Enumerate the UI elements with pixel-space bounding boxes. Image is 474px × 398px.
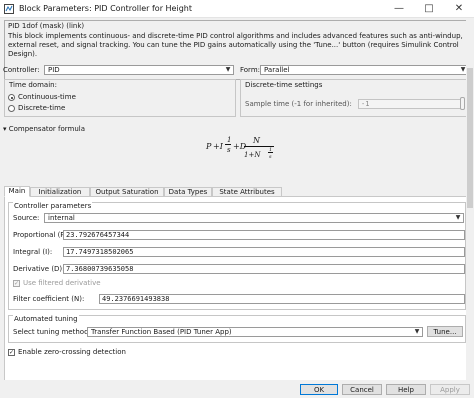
filter-coefficient-input[interactable]: 49.2376691493838	[99, 294, 465, 304]
controller-parameters-label: Controller parameters	[13, 202, 93, 210]
cancel-button[interactable]: Cancel	[342, 384, 382, 395]
proportional-label: Proportional (P):	[13, 231, 70, 239]
use-filtered-derivative-label: Use filtered derivative	[23, 279, 101, 287]
title-bar: Block Parameters: PID Controller for Hei…	[0, 0, 474, 18]
derivative-value: 7.36800739635058	[66, 265, 134, 273]
tuning-method-value: Transfer Function Based (PID Tuner App)	[91, 328, 232, 336]
derivative-label: Derivative (D):	[13, 265, 65, 273]
tab-state-attributes[interactable]: State Attributes	[212, 187, 282, 197]
window-title: Block Parameters: PID Controller for Hei…	[19, 4, 192, 13]
discrete-time-settings-group: Discrete-time settings Sample time (-1 f…	[240, 79, 468, 117]
chevron-down-icon: ▼	[455, 214, 461, 221]
integral-label: Integral (I):	[13, 248, 53, 256]
simulink-block-icon	[4, 4, 14, 14]
compensator-formula-label: Compensator formula	[8, 125, 85, 133]
continuous-time-label: Continuous-time	[18, 93, 76, 101]
formula-n: N	[253, 136, 260, 145]
source-value: internal	[48, 214, 75, 222]
controller-select[interactable]: PID ▼	[44, 65, 234, 75]
proportional-input[interactable]: 23.792676457344	[63, 230, 465, 240]
block-description: This block implements continuous- and di…	[8, 32, 463, 58]
collapse-arrow-icon: ▾	[3, 125, 7, 133]
time-domain-label: Time domain:	[9, 81, 57, 89]
help-button[interactable]: Help	[386, 384, 426, 395]
filter-coefficient-label: Filter coefficient (N):	[13, 295, 85, 303]
scrollbar-thumb[interactable]	[467, 68, 473, 208]
ok-button[interactable]: OK	[300, 384, 338, 395]
sample-time-value: -1	[361, 100, 370, 108]
filter-coefficient-value: 49.2376691493838	[102, 295, 170, 303]
formula-den: 1+N	[244, 151, 261, 159]
formula-s-b: s	[269, 154, 272, 160]
tuning-method-label: Select tuning method:	[13, 328, 91, 336]
dialog-footer: OK Cancel Help Apply	[0, 380, 474, 398]
maximize-button[interactable]: □	[414, 0, 444, 18]
sample-time-stepper[interactable]	[460, 97, 465, 110]
form-label: Form:	[240, 66, 260, 74]
tune-button[interactable]: Tune...	[427, 326, 463, 337]
tab-data-types[interactable]: Data Types	[164, 187, 212, 197]
tab-initialization[interactable]: Initialization	[30, 187, 90, 197]
sample-time-input[interactable]: -1	[358, 99, 461, 109]
discrete-time-label: Discrete-time	[18, 104, 66, 112]
zero-crossing-checkbox[interactable]: ✓	[8, 349, 15, 356]
controller-parameters-group: Controller parameters Source: internal ▼…	[8, 202, 466, 310]
source-label: Source:	[13, 214, 40, 222]
compensator-formula-toggle[interactable]: ▾ Compensator formula	[3, 125, 85, 133]
formula-plus-i: +I	[213, 142, 223, 151]
tab-main[interactable]: Main	[4, 186, 30, 197]
automated-tuning-label: Automated tuning	[13, 315, 79, 323]
formula-s-a: s	[227, 146, 231, 154]
discrete-time-settings-label: Discrete-time settings	[245, 81, 323, 89]
tab-output-saturation[interactable]: Output Saturation	[90, 187, 164, 197]
sample-time-label: Sample time (-1 for inherited):	[245, 100, 352, 108]
close-button[interactable]: ✕	[444, 0, 474, 18]
form-value: Parallel	[264, 66, 290, 74]
formula-fraction-bar-a	[225, 144, 231, 145]
time-domain-group: Time domain: Continuous-time Discrete-ti…	[4, 79, 236, 117]
block-type-label: PID 1dof (mask) (link)	[8, 22, 85, 30]
chevron-down-icon: ▼	[414, 328, 420, 335]
use-filtered-derivative-checkbox[interactable]: ✓	[13, 280, 20, 287]
formula-fraction-bar-c	[268, 152, 273, 153]
derivative-input[interactable]: 7.36800739635058	[63, 264, 465, 274]
controller-value: PID	[48, 66, 60, 74]
form-select[interactable]: Parallel ▼	[260, 65, 469, 75]
zero-crossing-label: Enable zero-crossing detection	[18, 348, 126, 356]
apply-button[interactable]: Apply	[430, 384, 470, 395]
formula-p: P	[206, 142, 212, 151]
integral-value: 17.7497318502065	[66, 248, 134, 256]
tuning-method-select[interactable]: Transfer Function Based (PID Tuner App) …	[87, 327, 423, 337]
radio-discrete-time[interactable]	[8, 105, 15, 112]
chevron-down-icon: ▼	[225, 66, 231, 73]
integral-input[interactable]: 17.7497318502065	[63, 247, 465, 257]
source-select[interactable]: internal ▼	[44, 213, 464, 223]
dialog-content: PID 1dof (mask) (link) This block implem…	[0, 18, 474, 387]
proportional-value: 23.792676457344	[66, 231, 130, 239]
main-tab-panel: Controller parameters Source: internal ▼…	[4, 197, 470, 387]
compensator-formula: P +I 1 s +D N 1+N 1 s	[206, 134, 286, 166]
formula-one-a: 1	[227, 136, 232, 144]
controller-label: Controller:	[3, 66, 40, 74]
automated-tuning-group: Automated tuning Select tuning method: T…	[8, 315, 466, 343]
radio-continuous-time[interactable]	[8, 94, 15, 101]
vertical-scrollbar[interactable]	[466, 18, 474, 380]
minimize-button[interactable]: —	[384, 0, 414, 18]
